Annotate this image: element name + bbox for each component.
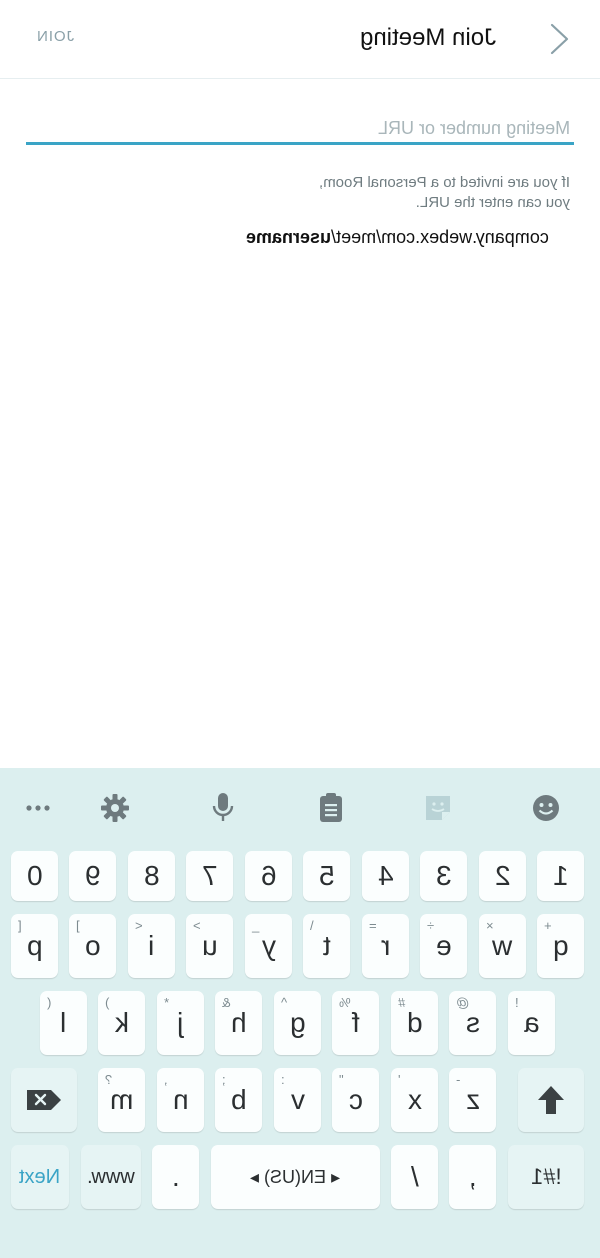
keyboard-toolbar [0,768,600,848]
key-d[interactable]: # d [391,991,438,1055]
emoji-icon[interactable] [528,790,564,826]
key-l[interactable]: (l [40,991,87,1055]
period-key[interactable]: . [152,1145,199,1209]
example-url: company.webex.com/meet/username [246,227,549,248]
soft-keyboard: 0 9 8 7 6 5 4 3 2 1 [p ] o < i > u _ y \ t = r… [0,768,600,1258]
key-9[interactable]: 9 [69,851,116,901]
key-a[interactable]: ! a [508,991,555,1055]
backspace-icon [27,1090,61,1110]
meeting-number-input[interactable]: Meeting number or URL [26,112,574,156]
shift-key[interactable] [518,1068,584,1132]
key-4[interactable]: 4 [362,851,409,901]
key-7[interactable]: 7 [186,851,233,901]
next-key[interactable]: Next [11,1145,69,1209]
key-e[interactable]: ÷ e [420,914,467,978]
clipboard-icon[interactable] [313,790,349,826]
key-p[interactable]: [p [11,914,58,978]
key-z[interactable]: -z [449,1068,496,1132]
key-j[interactable]: * j [157,991,204,1055]
key-g[interactable]: ^ g [274,991,321,1055]
input-placeholder: Meeting number or URL [377,118,570,138]
input-underline [26,142,574,145]
key-1[interactable]: 1 [537,851,584,901]
key-s[interactable]: @ s [449,991,496,1055]
key-o[interactable]: ] o [69,914,116,978]
join-button[interactable]: JOIN [36,28,74,45]
key-x[interactable]: ' x [391,1068,438,1132]
backspace-key[interactable] [11,1068,77,1132]
shift-arrow-icon [538,1086,564,1114]
key-5[interactable]: 5 [303,851,350,901]
key-w[interactable]: × w [479,914,526,978]
key-2[interactable]: 2 [479,851,526,901]
key-6[interactable]: 6 [245,851,292,901]
slash-key[interactable]: / [391,1145,438,1209]
symbols-key[interactable]: !#1 [508,1145,584,1209]
sticker-icon[interactable] [420,790,456,826]
comma-key[interactable]: , [449,1145,496,1209]
example-url-username: username [246,227,332,247]
key-u[interactable]: > u [186,914,233,978]
key-t[interactable]: \ t [303,914,350,978]
key-h[interactable]: & h [215,991,262,1055]
key-y[interactable]: _ y [245,914,292,978]
microphone-icon[interactable] [205,790,241,826]
back-chevron-icon[interactable] [546,22,572,56]
key-q[interactable]: + q [537,914,584,978]
page-title: Join Meeting [360,24,497,51]
example-url-prefix: company.webex.com/meet/ [331,227,549,247]
key-v[interactable]: :v [274,1068,321,1132]
key-i[interactable]: < i [128,914,175,978]
helper-line-1: If you are invited to a Personal Room, [319,174,570,191]
key-b[interactable]: ; b [215,1068,262,1132]
space-key[interactable]: ◂ EN(US) ▸ [211,1145,380,1209]
key-c[interactable]: " c [332,1068,379,1132]
key-m[interactable]: ? m [98,1068,145,1132]
www-key[interactable]: www. [81,1145,141,1209]
key-f[interactable]: % f [332,991,379,1055]
key-3[interactable]: 3 [420,851,467,901]
key-0[interactable]: 0 [11,851,58,901]
key-k[interactable]: ) k [98,991,145,1055]
key-n[interactable]: ,n [157,1068,204,1132]
helper-line-2: you can enter the URL. [415,194,570,211]
key-r[interactable]: = r [362,914,409,978]
top-bar: JOIN Join Meeting [0,0,600,79]
gear-icon[interactable] [97,790,133,826]
key-8[interactable]: 8 [128,851,175,901]
helper-text: If you are invited to a Personal Room, y… [270,173,570,213]
more-icon[interactable] [20,790,56,826]
